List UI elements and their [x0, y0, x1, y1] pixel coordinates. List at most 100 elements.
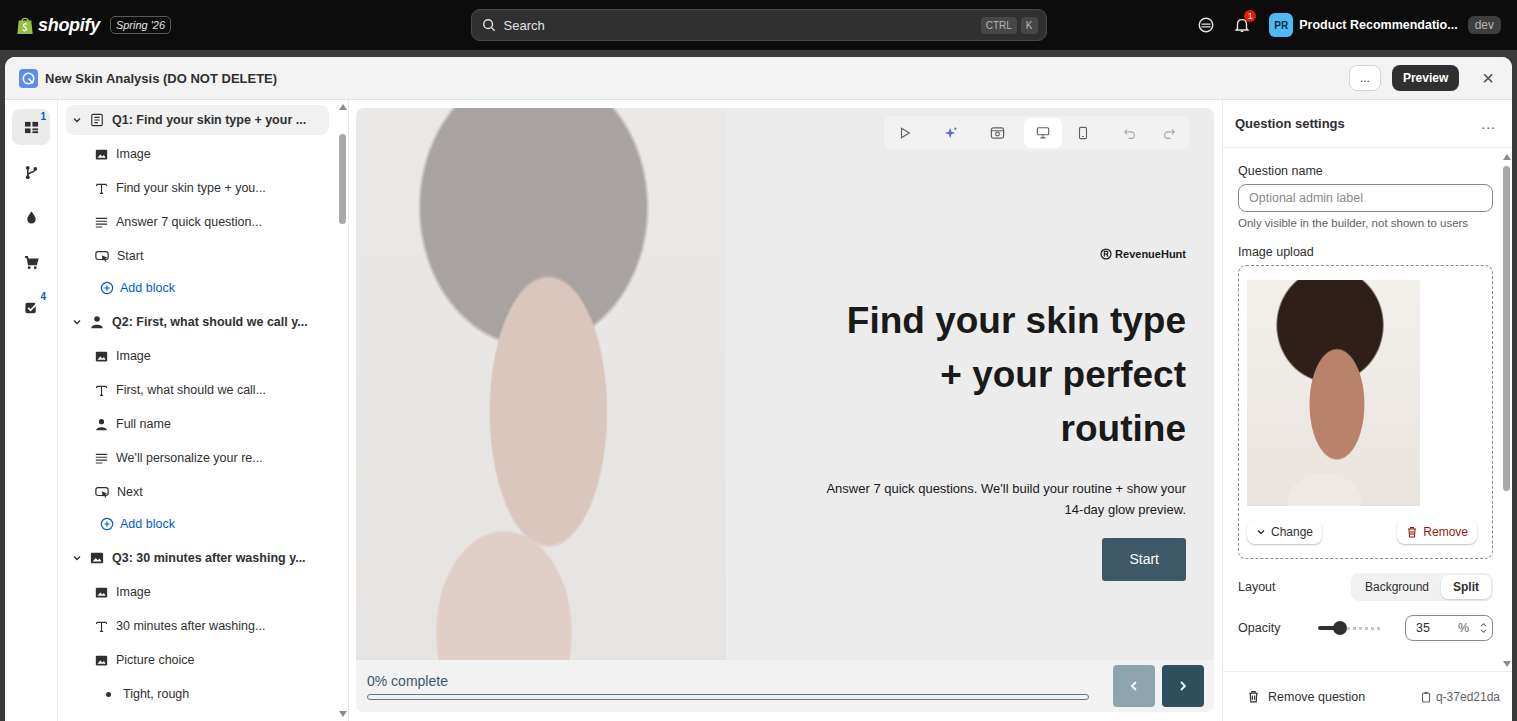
add-block-button[interactable]: Add block	[66, 273, 329, 303]
settings-header: Question settings...	[1223, 100, 1512, 148]
undo-icon	[1123, 127, 1136, 140]
close-button[interactable]: ×	[1478, 68, 1498, 88]
change-button[interactable]: Change	[1247, 520, 1322, 544]
question-id[interactable]: q-37ed21da	[1420, 690, 1500, 704]
logo-mark-icon	[1100, 248, 1112, 260]
image-icon	[95, 654, 108, 667]
trash-icon	[1406, 526, 1418, 538]
block-item[interactable]: Find your skin type + you...	[66, 171, 329, 205]
image-icon	[95, 148, 108, 161]
add-block-button[interactable]: Add block	[66, 509, 329, 539]
chevron-down-icon	[1256, 527, 1266, 537]
block-item[interactable]: Full name	[66, 407, 329, 441]
block-item[interactable]: Image	[66, 339, 329, 373]
block-label: Next	[117, 485, 143, 499]
rail-item[interactable]: 1	[12, 109, 50, 145]
window-title: New Skin Analysis (DO NOT DELETE)	[45, 71, 277, 86]
question-name-input[interactable]: Optional admin label	[1238, 184, 1493, 212]
block-item[interactable]: We'll personalize your re...	[66, 441, 329, 475]
chevron-icon[interactable]	[72, 317, 82, 327]
nav-button[interactable]	[1162, 665, 1204, 707]
chevron-right-icon	[1177, 680, 1189, 692]
start-button[interactable]: Start	[1102, 538, 1186, 581]
chevron-left-icon	[1128, 680, 1140, 692]
hero-subtitle: Answer 7 quick questions. We'll build yo…	[816, 478, 1186, 520]
question-item[interactable]: Q3: 30 minutes after washing y...	[66, 543, 329, 573]
plus-circle-icon	[100, 281, 114, 295]
settings-scrollbar[interactable]	[1501, 148, 1512, 671]
toolbar-button[interactable]	[978, 118, 1016, 148]
block-label: Image	[116, 147, 151, 161]
toolbar-button[interactable]	[1150, 118, 1188, 148]
toolbar-button[interactable]	[1064, 118, 1102, 148]
add-block-label: Add block	[120, 281, 175, 295]
rail-item[interactable]: 4	[12, 289, 50, 325]
store-menu[interactable]: PRProduct Recommendatio...dev	[1269, 13, 1501, 37]
layout-label: Layout	[1238, 580, 1310, 594]
add-block-label: Add block	[120, 517, 175, 531]
settings-panel: Question settings...Question nameOptiona…	[1222, 100, 1512, 721]
cart-icon	[24, 255, 39, 270]
nav-button[interactable]	[1113, 665, 1155, 707]
block-item[interactable]: 30 minutes after washing...	[66, 609, 329, 643]
drop-icon	[24, 210, 39, 225]
opacity-unit: %	[1458, 621, 1469, 635]
hero-content: RevenueHuntFind your skin type + your pe…	[726, 108, 1214, 660]
layout-option[interactable]: Background	[1353, 575, 1441, 599]
more-button[interactable]: ...	[1349, 65, 1381, 91]
block-label: We'll personalize your re...	[116, 451, 263, 465]
block-item[interactable]: Answer 7 quick question...	[66, 205, 329, 239]
side-rail: 14	[5, 100, 58, 721]
search-field[interactable]: SearchCTRLK	[471, 9, 1047, 41]
clipboard-icon	[1420, 691, 1432, 703]
shopify-logo[interactable]: shopify	[16, 15, 100, 36]
block-item[interactable]: Picture choice	[66, 643, 329, 677]
logo-text: RevenueHunt	[1115, 248, 1186, 260]
block-item[interactable]: Start	[66, 239, 329, 273]
results-icon	[24, 300, 39, 315]
layout-option[interactable]: Split	[1441, 575, 1491, 599]
shortcut-key: K	[1021, 17, 1038, 34]
opacity-label: Opacity	[1238, 621, 1310, 635]
tree-scrollbar[interactable]	[337, 100, 348, 721]
stepper-icon[interactable]	[1479, 621, 1488, 635]
rail-badge: 4	[40, 291, 46, 302]
toolbar-button[interactable]	[932, 118, 970, 148]
block-item[interactable]: Tight, rough	[66, 677, 329, 711]
toolbar-button[interactable]	[1024, 118, 1062, 148]
chevron-icon[interactable]	[72, 553, 82, 563]
text-icon	[95, 620, 108, 633]
block-item[interactable]: Image	[66, 137, 329, 171]
remove-question-button[interactable]: Remove question	[1247, 690, 1365, 704]
chevron-icon[interactable]	[72, 115, 82, 125]
app-icon	[19, 69, 38, 88]
progress-track	[367, 694, 1089, 700]
notifications-button[interactable]: 1	[1233, 16, 1251, 34]
rail-item[interactable]	[12, 244, 50, 280]
question-group: Q1: Find your skin type + your ... Image F…	[66, 105, 329, 303]
remove-image-button[interactable]: Remove	[1397, 520, 1477, 544]
toolbar-button[interactable]	[1110, 118, 1148, 148]
slider-thumb[interactable]	[1333, 621, 1347, 635]
search-icon	[482, 18, 496, 32]
rail-item[interactable]	[12, 199, 50, 235]
block-item[interactable]: Image	[66, 575, 329, 609]
picture-icon	[90, 551, 104, 565]
person-icon	[95, 418, 108, 431]
block-item[interactable]: Next	[66, 475, 329, 509]
settings-more-button[interactable]: ...	[1481, 116, 1496, 132]
quiz-preview: RevenueHuntFind your skin type + your pe…	[356, 108, 1214, 712]
question-item[interactable]: Q2: First, what should we call y...	[66, 307, 329, 337]
progress: 0% complete	[367, 673, 1089, 700]
toolbar-button[interactable]	[886, 118, 924, 148]
preview-button[interactable]: Preview	[1392, 65, 1459, 91]
question-item[interactable]: Q1: Find your skin type + your ...	[66, 105, 329, 135]
block-label: Tight, rough	[123, 687, 189, 701]
rail-item[interactable]	[12, 154, 50, 190]
block-item[interactable]: First, what should we call...	[66, 373, 329, 407]
search-placeholder: Search	[504, 18, 973, 33]
opacity-input[interactable]: 35%	[1405, 615, 1493, 641]
image-upload[interactable]: Change Remove	[1238, 265, 1493, 559]
opacity-slider[interactable]	[1318, 621, 1380, 635]
database-icon[interactable]	[1197, 16, 1215, 34]
